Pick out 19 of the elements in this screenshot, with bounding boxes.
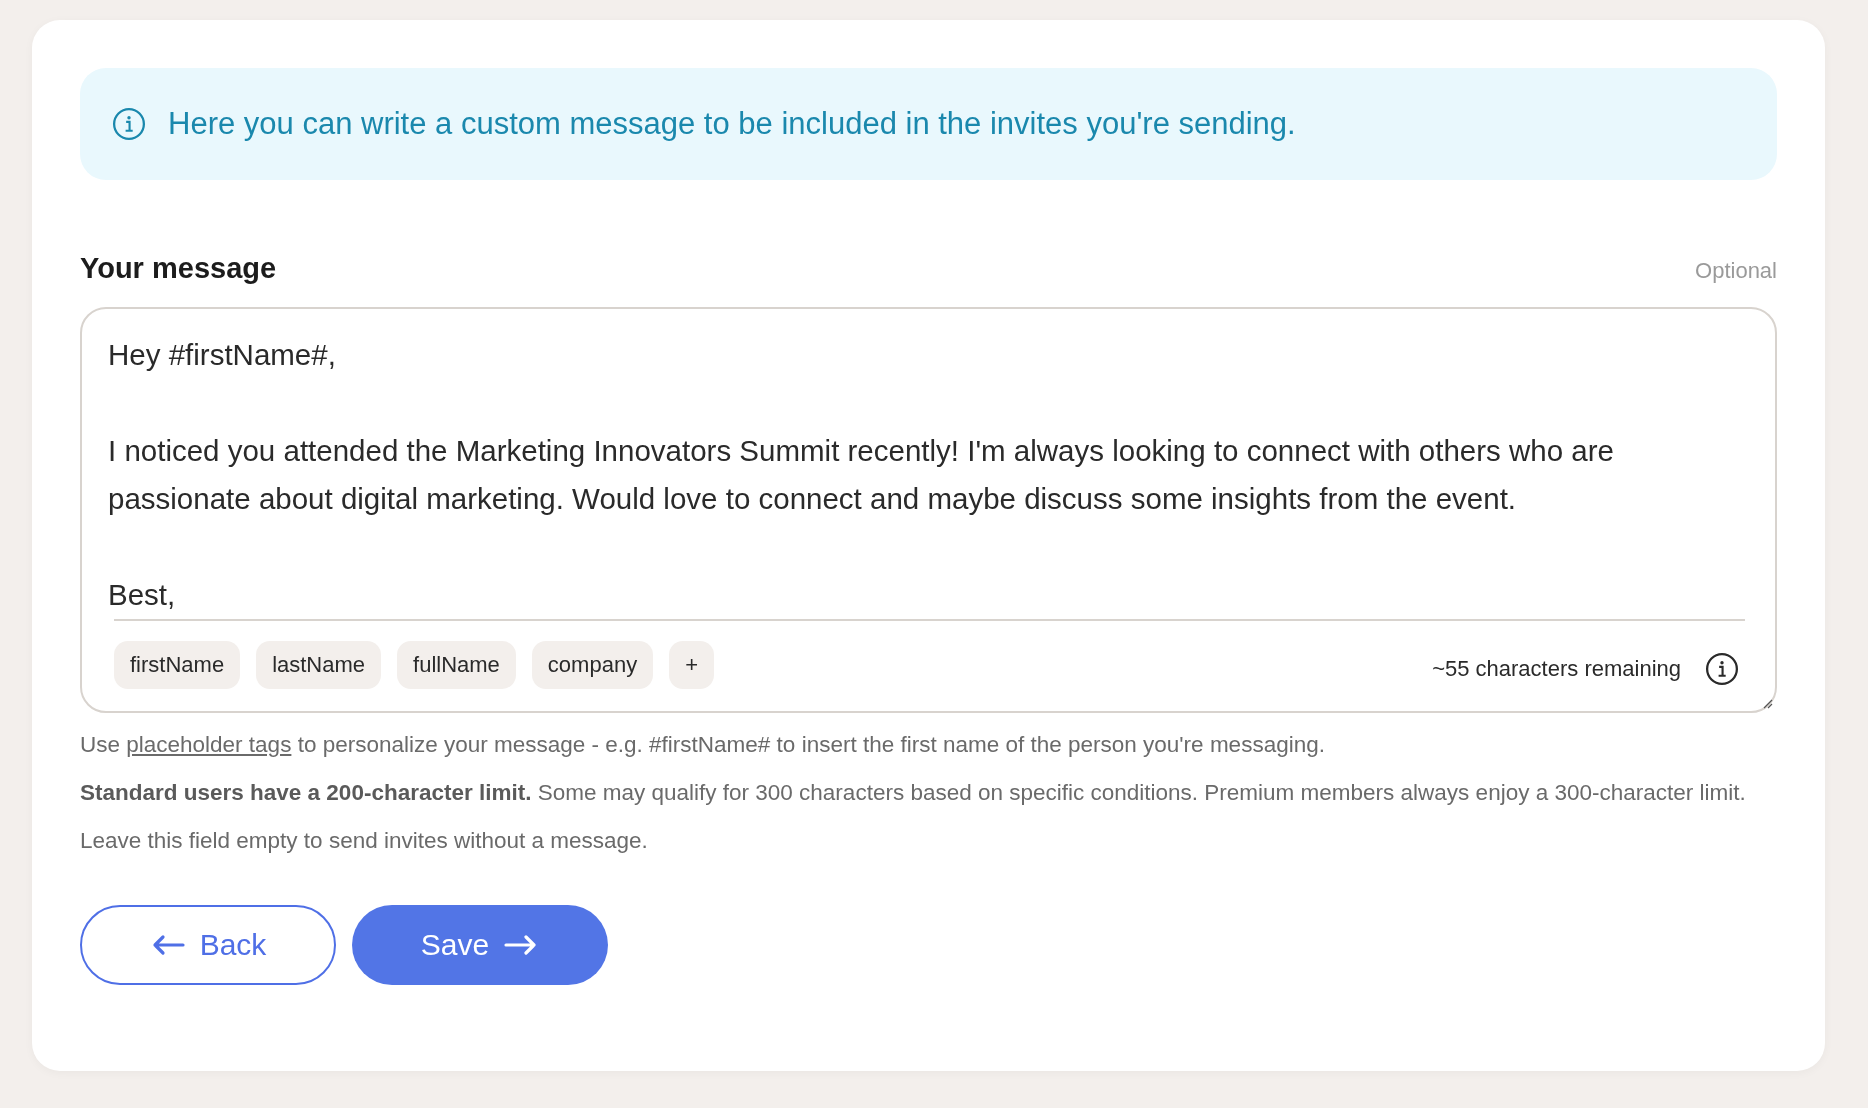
tag-chip[interactable]: company bbox=[531, 641, 654, 689]
info-icon[interactable] bbox=[1705, 652, 1739, 686]
resize-handle-icon[interactable] bbox=[1761, 697, 1773, 709]
tag-chip[interactable]: + bbox=[669, 641, 714, 689]
save-button[interactable]: Save bbox=[352, 905, 608, 985]
back-button[interactable]: Back bbox=[80, 905, 336, 985]
info-icon bbox=[112, 107, 146, 141]
tag-chip[interactable]: firstName bbox=[114, 641, 241, 689]
tag-chip[interactable]: lastName bbox=[256, 641, 382, 689]
field-label: Your message bbox=[80, 252, 277, 285]
help-text: Standard users have a 200-character limit. Some may qualify for 300 characters based on specific conditions. Premium members always enjoy a 300-character limit. bbox=[80, 779, 1747, 807]
placeholder-tags-link[interactable]: placeholder tags bbox=[126, 732, 292, 757]
banner-text: Here you can write a custom message to be included in the invites you're sending. bbox=[168, 106, 1296, 142]
tag-chip[interactable]: fullName bbox=[397, 641, 516, 689]
help-text: Use placeholder tags to personalize your message - e.g. #firstName# to insert the first name of the person you're messaging. bbox=[80, 731, 1326, 759]
help-text: Leave this field empty to send invites without a message. bbox=[80, 827, 649, 855]
optional-label: Optional bbox=[1695, 258, 1777, 284]
character-counter: ~55 characters remaining bbox=[1432, 656, 1681, 682]
message-field[interactable]: Hey #firstName#, I noticed you attended the Marketing Innovators Summit recently! I'm always looking to connect with others who are passionate about digital marketing. Would love to connect and maybe discuss some insights from the event. Best, firstName lastName fullName company + ~55 characters remaining bbox=[80, 307, 1777, 713]
